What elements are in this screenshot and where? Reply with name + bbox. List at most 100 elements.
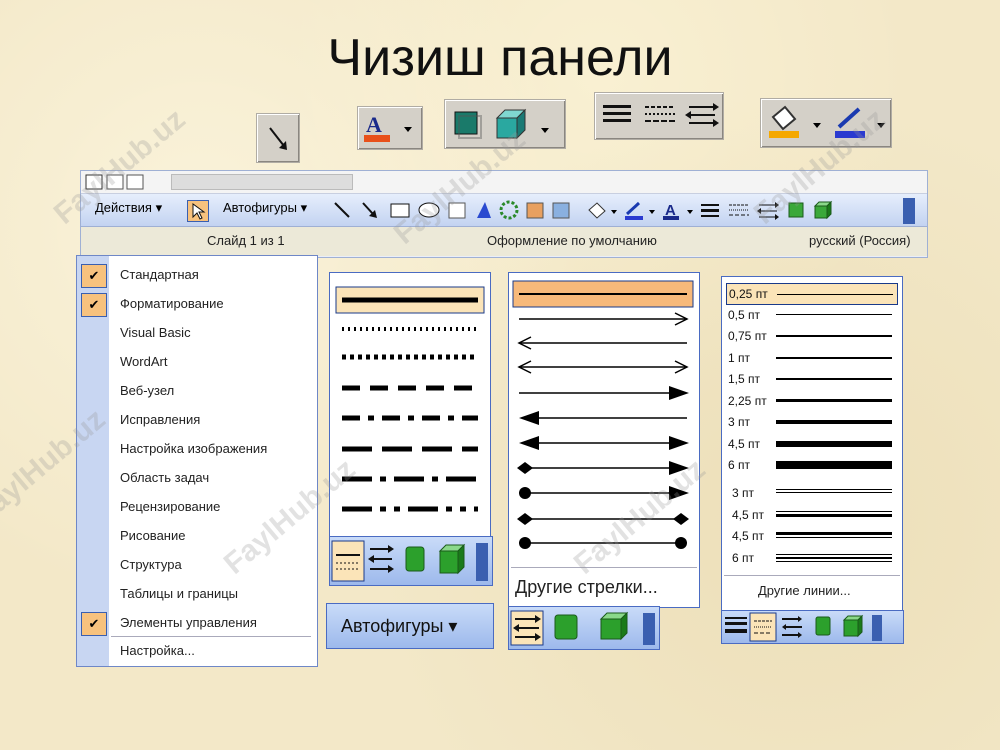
- menu-item[interactable]: Visual Basic: [120, 325, 191, 340]
- textbox-icon[interactable]: [448, 202, 466, 219]
- select-pointer-icon[interactable]: [187, 200, 209, 222]
- arrow-option-9[interactable]: [519, 486, 689, 500]
- arrow-option-5[interactable]: [519, 386, 689, 400]
- normal-view-icon[interactable]: [85, 174, 103, 190]
- dash-style-icon[interactable]: [729, 204, 749, 216]
- compound-line-option[interactable]: 6 пт: [726, 548, 896, 568]
- chevron-down-icon[interactable]: [877, 123, 885, 128]
- chevron-down-icon[interactable]: [541, 128, 549, 133]
- chevron-down-icon[interactable]: [649, 210, 655, 214]
- arrow-option-8[interactable]: [517, 461, 689, 475]
- status-bar: Слайд 1 из 1 Оформление по умолчанию рус…: [81, 227, 927, 256]
- 3d-icon[interactable]: [813, 200, 833, 220]
- slideshow-icon[interactable]: [126, 174, 144, 190]
- line-weight-option[interactable]: 0,25 пт: [726, 283, 898, 305]
- menu-item[interactable]: Область задач: [120, 470, 209, 485]
- line-sample: [776, 420, 892, 424]
- arrow-option-11[interactable]: [519, 537, 687, 549]
- toolbar-options-button[interactable]: [872, 615, 882, 641]
- arrow-option-10[interactable]: [517, 513, 689, 525]
- line-weight-option[interactable]: 0,75 пт: [726, 326, 896, 346]
- line-weight-option[interactable]: 6 пт: [726, 455, 896, 475]
- menu-item[interactable]: Рисование: [120, 528, 185, 543]
- picture-icon[interactable]: [552, 202, 570, 219]
- sorter-view-icon[interactable]: [106, 174, 124, 190]
- arrow-icon[interactable]: [362, 202, 377, 218]
- line-style-icon[interactable]: [725, 617, 747, 633]
- more-lines-link[interactable]: Другие линии...: [758, 583, 851, 598]
- compound-line-option[interactable]: 4,5 пт: [726, 505, 896, 525]
- actions-menu[interactable]: Действия ▾: [95, 200, 162, 216]
- autoshapes-button[interactable]: Автофигуры ▾: [341, 616, 457, 637]
- font-color-icon[interactable]: A: [663, 202, 679, 220]
- line-weight-option[interactable]: 2,25 пт: [726, 391, 896, 411]
- chevron-down-icon[interactable]: [687, 210, 693, 214]
- clipart-icon[interactable]: [526, 202, 544, 219]
- arrow-option-2[interactable]: [519, 312, 689, 326]
- menu-item[interactable]: Исправления: [120, 412, 200, 427]
- line-weight-option[interactable]: 3 пт: [726, 412, 896, 432]
- dash-style-icon[interactable]: [645, 106, 675, 122]
- compound-line-option[interactable]: 3 пт: [726, 483, 896, 503]
- dash-style-icon[interactable]: [331, 540, 365, 582]
- chevron-down-icon[interactable]: [813, 123, 821, 128]
- toolbar-options-button[interactable]: [476, 543, 488, 581]
- wordart-icon[interactable]: [477, 202, 491, 218]
- line-weight-option[interactable]: 1,5 пт: [726, 369, 896, 389]
- menu-item-customize[interactable]: Настройка...: [120, 643, 195, 658]
- menu-item[interactable]: Таблицы и границы: [120, 586, 238, 601]
- compound-line-label: 4,5 пт: [732, 507, 765, 522]
- menu-item[interactable]: Структура: [120, 557, 182, 572]
- oval-icon[interactable]: [418, 202, 440, 218]
- arrow-style-icon[interactable]: [685, 103, 719, 127]
- 3d-icon[interactable]: [438, 543, 466, 575]
- line-style-icon[interactable]: [701, 204, 719, 217]
- arrow-option-3[interactable]: [517, 336, 687, 350]
- menu-item[interactable]: Форматирование: [120, 296, 224, 311]
- line-weight-option[interactable]: 1 пт: [726, 348, 896, 368]
- autoshapes-menu[interactable]: Автофигуры ▾: [223, 200, 307, 216]
- line-icon[interactable]: [334, 202, 350, 218]
- compound-line-label: 4,5 пт: [732, 529, 765, 543]
- menu-item[interactable]: Веб-узел: [120, 383, 174, 398]
- arrow-option-6[interactable]: [519, 411, 687, 425]
- shadow-icon[interactable]: [454, 111, 482, 139]
- rectangle-icon[interactable]: [390, 203, 410, 218]
- arrow-style-icon[interactable]: [782, 616, 802, 638]
- arrow-style-icon[interactable]: [757, 202, 779, 220]
- more-arrows-link[interactable]: Другие стрелки...: [515, 577, 658, 598]
- line-color-icon[interactable]: [625, 201, 643, 220]
- horizontal-scrollbar[interactable]: [171, 174, 353, 190]
- toolbar-options-button[interactable]: [903, 198, 915, 224]
- arrow-option-4[interactable]: [517, 360, 689, 374]
- shadow-icon[interactable]: [554, 614, 578, 640]
- 3d-icon[interactable]: [495, 108, 527, 140]
- shadow-icon[interactable]: [815, 616, 831, 636]
- shadow-icon[interactable]: [788, 202, 804, 218]
- chevron-down-icon[interactable]: [611, 210, 617, 214]
- menu-item[interactable]: Настройка изображения: [120, 441, 267, 456]
- menu-item[interactable]: Стандартная: [120, 267, 199, 282]
- fill-color-icon[interactable]: [769, 105, 799, 138]
- menu-item[interactable]: Рецензирование: [120, 499, 220, 514]
- line-weight-option[interactable]: 0,5 пт: [726, 305, 896, 325]
- check-icon: ✔: [81, 264, 107, 288]
- line-color-icon[interactable]: [835, 107, 865, 138]
- fill-color-icon[interactable]: [588, 202, 606, 219]
- 3d-icon[interactable]: [599, 611, 629, 641]
- menu-item[interactable]: WordArt: [120, 354, 167, 369]
- compound-line-option[interactable]: 4,5 пт: [726, 526, 896, 546]
- font-color-button[interactable]: A: [357, 106, 423, 150]
- 3d-icon[interactable]: [842, 614, 864, 638]
- arrow-tool-button[interactable]: [256, 113, 300, 163]
- diagram-icon[interactable]: [499, 200, 519, 220]
- shadow-icon[interactable]: [405, 546, 425, 572]
- line-weight-option[interactable]: 4,5 пт: [726, 434, 896, 454]
- slide-title: Чизиш панели: [327, 29, 673, 87]
- arrow-style-icon[interactable]: [368, 545, 394, 573]
- line-style-icon[interactable]: [603, 105, 631, 122]
- arrow-option-7[interactable]: [519, 436, 689, 450]
- dash-panel-toolbar: [329, 536, 493, 586]
- menu-item[interactable]: Элементы управления: [120, 615, 257, 630]
- toolbar-options-button[interactable]: [643, 613, 655, 645]
